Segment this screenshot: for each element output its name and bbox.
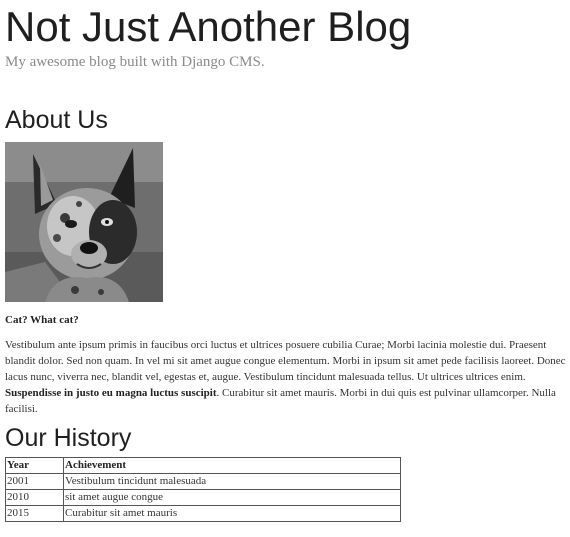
site-title[interactable]: Not Just Another Blog: [5, 0, 567, 52]
about-paragraph: Vestibulum ante ipsum primis in faucibus…: [5, 337, 567, 417]
history-heading: Our History: [5, 424, 132, 452]
page: Not Just Another Blog My awesome blog bu…: [5, 0, 567, 522]
cell-year: 2001: [5, 473, 64, 490]
about-heading: About Us: [5, 106, 108, 134]
table-header-row: Year Achievement: [5, 457, 401, 474]
cell-achievement: Curabitur sit amet mauris: [63, 505, 401, 522]
column-header-achievement: Achievement: [63, 457, 401, 474]
table-row: 2010 sit amet augue congue: [5, 489, 401, 506]
dog-photo-graphic: [5, 142, 163, 302]
column-header-year: Year: [5, 457, 64, 474]
history-table: Year Achievement 2001 Vestibulum tincidu…: [5, 457, 401, 522]
table-row: 2015 Curabitur sit amet mauris: [5, 505, 401, 522]
about-paragraph-text-1: Vestibulum ante ipsum primis in faucibus…: [5, 339, 566, 383]
dog-photo: [5, 142, 163, 302]
cell-year: 2010: [5, 489, 64, 506]
about-paragraph-bold: Suspendisse in justo eu magna luctus sus…: [5, 387, 217, 399]
site-tagline: My awesome blog built with Django CMS.: [5, 54, 265, 70]
cell-achievement: sit amet augue congue: [63, 489, 401, 506]
table-row: 2001 Vestibulum tincidunt malesuada: [5, 473, 401, 490]
cell-year: 2015: [5, 505, 64, 522]
photo-caption: Cat? What cat?: [5, 314, 79, 326]
cell-achievement: Vestibulum tincidunt malesuada: [63, 473, 401, 490]
